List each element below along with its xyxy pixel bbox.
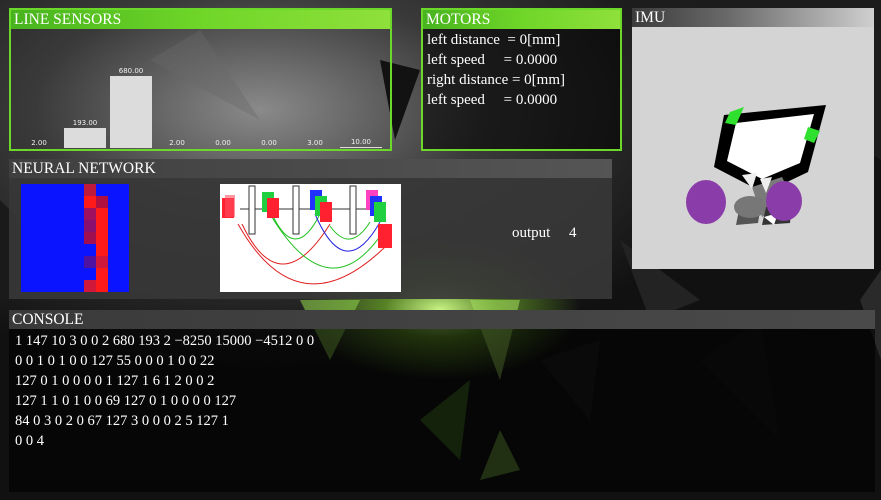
motors-readout: left distance = 0[mm] left speed = 0.000… [423, 29, 620, 111]
sensor-value-label: 193.00 [72, 119, 98, 127]
sensor-value-label: 2.00 [169, 139, 185, 147]
sensor-value-label: 680.00 [118, 67, 144, 75]
nn-activation-map [21, 184, 129, 292]
nn-output-value: 4 [569, 225, 577, 241]
sensor-value-label: 0.00 [261, 139, 277, 147]
neural-network-title: NEURAL NETWORK [9, 159, 612, 178]
imu-title: IMU [632, 8, 874, 27]
sensor-bar [340, 147, 382, 148]
sensor-value-label: 0.00 [215, 139, 231, 147]
line-sensors-chart: 2.00 193.00 680.00 2.00 0.00 0.00 3.00 10.00 [11, 29, 390, 149]
motor-right-distance: right distance = 0[mm] [427, 72, 566, 88]
console-line: 0 0 1 0 1 0 0 127 55 0 0 0 1 0 0 22 [15, 353, 215, 369]
imu-panel: IMU [632, 8, 874, 269]
motor-right-speed: left speed = 0.0000 [427, 92, 558, 108]
robot-wheel-right [766, 181, 802, 221]
console-line: 84 0 3 0 2 0 67 127 3 0 0 0 2 5 127 1 [15, 413, 229, 429]
motors-panel: MOTORS left distance = 0[mm] left speed … [421, 8, 622, 151]
console-output: 1 147 10 3 0 0 2 680 193 2 −8250 15000 −… [9, 329, 875, 453]
imu-robot-view [686, 105, 826, 225]
sensor-value-label: 10.00 [350, 138, 372, 146]
line-sensors-panel: LINE SENSORS 2.00 193.00 680.00 2.00 0.00 0.0… [9, 8, 392, 151]
sensor-bar [110, 76, 152, 148]
console-panel: CONSOLE 1 147 10 3 0 0 2 680 193 2 −8250… [9, 310, 875, 492]
sensor-value-label: 2.00 [31, 139, 47, 147]
console-line: 0 0 4 [15, 433, 44, 449]
sensor-bar [64, 128, 106, 148]
nn-output-label: output [512, 225, 551, 241]
motors-title: MOTORS [423, 10, 620, 29]
nn-layer-diagram [220, 184, 401, 292]
line-sensors-title: LINE SENSORS [11, 10, 390, 29]
console-title: CONSOLE [9, 310, 875, 329]
neural-network-panel: NEURAL NETWORK output 4 [9, 159, 612, 299]
console-line: 127 1 1 0 1 0 0 69 127 0 1 0 0 0 0 127 [15, 393, 237, 409]
motor-left-speed: left speed = 0.0000 [427, 52, 558, 68]
robot-wheel-left [686, 180, 726, 224]
sensor-value-label: 3.00 [307, 139, 323, 147]
console-line: 127 0 1 0 0 0 0 1 127 1 6 1 2 0 0 2 [15, 373, 215, 389]
console-line: 1 147 10 3 0 0 2 680 193 2 −8250 15000 −… [15, 333, 315, 349]
motor-left-distance: left distance = 0[mm] [427, 32, 561, 48]
